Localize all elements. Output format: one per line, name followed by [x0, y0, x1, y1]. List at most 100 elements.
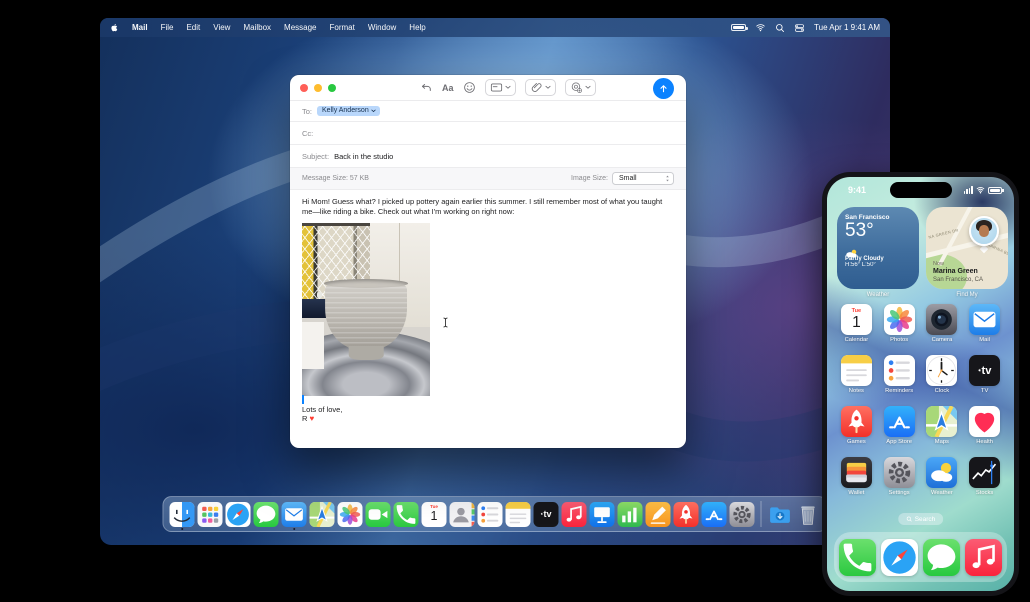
spotlight-search-pill[interactable]: Search [897, 513, 944, 525]
dock-icon-mail[interactable] [281, 501, 307, 530]
iphone-app-camera[interactable]: Camera [921, 304, 964, 343]
weather-widget-label: Weather [866, 292, 890, 298]
close-button[interactable] [300, 83, 308, 92]
dock-icon-safari[interactable] [225, 501, 251, 527]
app-label: App Store [886, 439, 913, 445]
dock-icon-calendar[interactable]: Tue 1 [421, 501, 447, 527]
iphone-dock-music[interactable] [965, 538, 1002, 576]
running-indicator [292, 527, 296, 530]
emoji-button[interactable] [463, 79, 476, 96]
format-button[interactable]: Aa [442, 79, 454, 96]
to-field[interactable]: To: Kelly Anderson [290, 101, 686, 122]
stocks-icon [969, 457, 1001, 488]
dock-icon-settings[interactable] [729, 501, 755, 527]
iphone-app-notes[interactable]: Notes [835, 355, 878, 394]
control-center-icon[interactable] [794, 23, 805, 33]
menu-item-file[interactable]: File [161, 23, 174, 32]
partly-cloudy-icon [845, 245, 911, 258]
chevron-down-icon [504, 85, 511, 90]
menu-item-format[interactable]: Format [330, 23, 355, 32]
closing-line: Lots of love, [302, 405, 343, 414]
menu-item-window[interactable]: Window [368, 23, 396, 32]
dock-icon-tv[interactable]: tv [533, 501, 559, 527]
zoom-button[interactable] [328, 83, 336, 92]
apple-menu[interactable] [110, 22, 119, 33]
subject-value: Back in the studio [334, 151, 394, 161]
image-size-label: Image Size: [571, 175, 608, 182]
iphone-app-games[interactable]: Games [835, 406, 878, 445]
dock-icon-games[interactable] [673, 501, 699, 527]
findmy-widget-label: Find My [956, 292, 978, 298]
dock-icon-pages[interactable] [645, 501, 671, 527]
dock-icon-appstore[interactable] [701, 501, 727, 527]
chevron-down-icon [371, 109, 376, 112]
iphone-app-app-store[interactable]: App Store [878, 406, 921, 445]
minimize-button[interactable] [314, 83, 322, 92]
iphone-app-mail[interactable]: Mail [963, 304, 1006, 343]
app-label: Games [847, 439, 866, 445]
dock-icon-maps[interactable] [309, 501, 335, 527]
attach-button[interactable] [524, 79, 556, 96]
menu-item-mail[interactable]: Mail [132, 23, 148, 32]
menu-item-view[interactable]: View [213, 23, 230, 32]
iphone-app-maps[interactable]: Maps [921, 406, 964, 445]
dock-icon-facetime[interactable] [365, 501, 391, 527]
dock-icon-notes[interactable] [505, 501, 531, 527]
dock-icon-launchpad[interactable] [197, 501, 223, 527]
dock-icon-reminders[interactable] [477, 501, 503, 527]
subject-field[interactable]: Subject: Back in the studio [290, 145, 686, 168]
dock-icon-messages[interactable] [253, 501, 279, 527]
image-size-select[interactable]: Small [612, 172, 674, 185]
wifi-icon [976, 187, 985, 194]
menu-item-mailbox[interactable]: Mailbox [243, 23, 271, 32]
iphone-app-photos[interactable]: Photos [878, 304, 921, 343]
dock-icon-downloads[interactable] [768, 502, 793, 527]
findmy-widget[interactable]: NA GREEN DR MARINA BLV Now Marina Green … [926, 207, 1008, 289]
iphone-dock-messages[interactable] [923, 538, 960, 576]
iphone-app-health[interactable]: Health [963, 406, 1006, 445]
send-button[interactable] [653, 78, 674, 99]
battery-icon[interactable] [731, 24, 749, 31]
downloads-icon [768, 502, 793, 527]
mail-toolbar: Aa [290, 75, 686, 101]
undo-button[interactable] [420, 79, 433, 96]
iphone-app-stocks[interactable]: Stocks [963, 457, 1006, 496]
iphone-app-reminders[interactable]: Reminders [878, 355, 921, 394]
header-fields-button[interactable] [484, 79, 516, 96]
menu-item-message[interactable]: Message [284, 23, 316, 32]
toolbar-buttons: Aa [420, 79, 596, 96]
search-icon[interactable] [775, 23, 785, 33]
message-body[interactable]: Hi Mom! Guess what? I picked up pottery … [290, 190, 686, 397]
cc-field[interactable]: Cc: [290, 122, 686, 145]
attached-photo[interactable] [302, 223, 430, 397]
dock-icon-keynote[interactable] [589, 501, 615, 527]
insert-photo-button[interactable] [564, 79, 596, 96]
weather-widget[interactable]: San Francisco 53° Partly Cloudy H:56° L:… [837, 207, 919, 289]
dock-icon-trash[interactable] [796, 502, 821, 527]
iphone-app-tv[interactable]: tv TV [963, 355, 1006, 394]
running-indicator [180, 527, 184, 530]
iphone-app-weather[interactable]: Weather [921, 457, 964, 496]
menu-item-help[interactable]: Help [409, 23, 425, 32]
wifi-icon[interactable] [755, 23, 766, 32]
iphone-dock-phone[interactable] [839, 538, 876, 576]
dock-icon-finder[interactable] [169, 501, 195, 530]
dock-icon-phone[interactable] [393, 501, 419, 527]
clock-icon [926, 355, 958, 386]
iphone-app-clock[interactable]: Clock [921, 355, 964, 394]
iphone-app-settings[interactable]: Settings [878, 457, 921, 496]
menu-bar-clock[interactable]: Tue Apr 1 9:41 AM [814, 23, 880, 32]
recipient-token[interactable]: Kelly Anderson [317, 106, 381, 116]
iphone-app-calendar[interactable]: Tue 1 Calendar [835, 304, 878, 343]
wallet-icon [840, 457, 872, 488]
menu-item-edit[interactable]: Edit [186, 23, 200, 32]
iphone-app-wallet[interactable]: Wallet [835, 457, 878, 496]
dock-icon-numbers[interactable] [617, 501, 643, 527]
iphone-dock-safari[interactable] [881, 538, 918, 576]
camera-icon [926, 304, 958, 335]
dock-icon-photos[interactable] [337, 501, 363, 527]
chevron-down-icon [544, 85, 551, 90]
photos-icon [337, 501, 363, 527]
dock-icon-contacts[interactable] [449, 501, 475, 527]
dock-icon-music[interactable] [561, 501, 587, 527]
